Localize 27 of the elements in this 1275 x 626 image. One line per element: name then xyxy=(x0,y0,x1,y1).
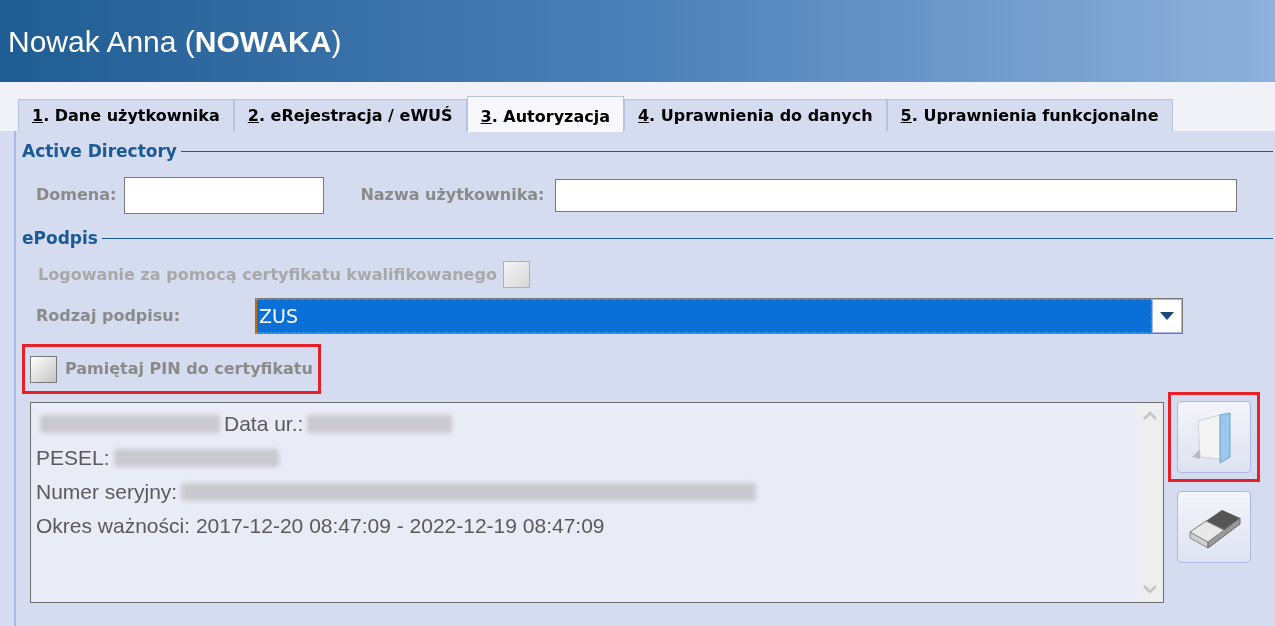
tab[interactable]: 2. eRejestracja / eWUŚ xyxy=(233,99,467,131)
caret-icon xyxy=(1160,312,1174,320)
signature-type-dropdown[interactable]: ZUS xyxy=(255,298,1183,334)
domain-field[interactable] xyxy=(124,176,325,214)
tab[interactable]: 3. Autoryzacja xyxy=(466,96,624,132)
checkbox-label: Pamiętaj PIN do certyfikatu xyxy=(65,358,313,380)
open-certificate-button[interactable] xyxy=(1177,401,1251,473)
clear-certificate-button[interactable] xyxy=(1177,491,1251,563)
tab[interactable]: 4. Uprawnienia do danych xyxy=(623,99,887,131)
scroll-up-icon[interactable] xyxy=(1143,411,1157,420)
checkbox-label: Logowanie za pomocą certyfikatu kwalifikowanego xyxy=(38,263,497,286)
scroll-down-icon[interactable] xyxy=(1143,585,1157,594)
field-label: Nazwa użytkownika: xyxy=(360,184,545,206)
tab[interactable]: 1. Dane użytkownika xyxy=(18,99,234,131)
scrollbar[interactable] xyxy=(1137,403,1163,602)
window-title: Nowak Anna (NOWAKA) xyxy=(8,23,342,60)
username-field[interactable] xyxy=(554,178,1237,212)
group-legend: Active Directory xyxy=(22,139,177,165)
tab[interactable]: 5. Uprawnienia funkcjonalne xyxy=(886,99,1173,131)
field-label: Rodzaj podpisu: xyxy=(36,305,182,327)
field-label: Domena: xyxy=(36,184,117,206)
info-text: Okres ważności: 2017-12-20 08:47:09 - 2022-12-19 08:47:09 xyxy=(36,514,605,537)
checkbox[interactable] xyxy=(30,355,57,383)
info-text: Data ur.: xyxy=(224,411,304,437)
info-text: Numer seryjny: xyxy=(36,479,178,505)
info-text: PESEL: xyxy=(36,445,110,471)
group-legend: ePodpis xyxy=(22,225,98,251)
